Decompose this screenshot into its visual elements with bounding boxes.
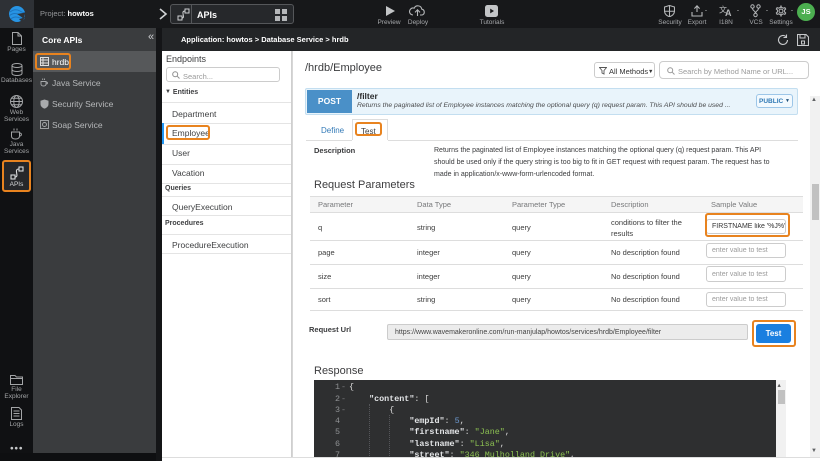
svg-text:A: A: [725, 8, 732, 17]
